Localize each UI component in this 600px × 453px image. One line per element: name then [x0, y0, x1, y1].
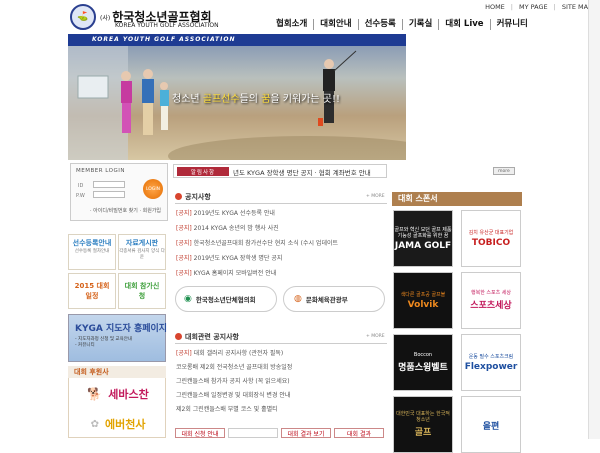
angel-icon: ✿ [90, 418, 99, 430]
sponsor-heading: 대회 스폰서 [392, 192, 522, 206]
left-sponsor-heading: 대회 후원사 [68, 366, 166, 378]
nav-about[interactable]: 협회소개 [270, 19, 313, 30]
sponsor-name: Flexpower [464, 361, 518, 372]
utility-nav: HOME | MY PAGE | SITE MAP [485, 3, 592, 11]
logo-icon: ⛳ [77, 12, 89, 22]
login-title: MEMBER LOGIN [76, 168, 125, 174]
event-notice-list: [공지] 대회 갤러리 공지사항 (관전자 필독) 코오롱배 제2회 전국청소년… [176, 348, 388, 418]
nav-tournaments[interactable]: 대회안내 [313, 19, 357, 30]
event-item[interactable]: 코오롱배 제2회 전국청소년 골프대회 방송일정 [176, 362, 388, 376]
event-item[interactable]: 그린캔들스배 참가자 공지 사항 (꼭 읽으세요) [176, 376, 388, 390]
nav-player-registration[interactable]: 선수등록 [357, 19, 402, 30]
sponsor-name: 명품스윙벨트 [398, 363, 448, 373]
event-item[interactable]: 그린캔들스배 일정변경 및 대회장식 변경 안내 [176, 390, 388, 404]
youth-council-icon: ◉ [184, 294, 192, 304]
sponsor-0[interactable]: 골프와 혁신 모던 골프 제품 기능성 골프화를 위한 꿈 JAMA GOLF [393, 210, 453, 267]
sponsor-6[interactable]: 대한민국 대표하는 한국적 청소년골프 [393, 396, 453, 453]
notice-item[interactable]: [공지] 2019년도 KYGA 선수등록 안내 [176, 208, 388, 223]
notice-list: [공지] 2019년도 KYGA 선수등록 안내 [공지] 2014 KYGA … [176, 208, 388, 283]
sponsor-3[interactable]: 행복한 스포츠 세상스포츠세상 [461, 272, 521, 329]
sponsor-1[interactable]: 김치 유산균 대표기업 TOBICO [461, 210, 521, 267]
event-notice-title: 대회관련 공지사항 [185, 333, 239, 341]
event-item[interactable]: 제2회 그린캔들스배 부별 코스 및 홀별티 [176, 404, 388, 418]
notice-item[interactable]: [공지] KYGA 홈페이지 모바일버전 안내 [176, 268, 388, 283]
sponsor-name: JAMA GOLF [394, 240, 452, 251]
ministry-icon: ◍ [294, 294, 302, 304]
sponsor-5[interactable]: 운동 필수 스포츠크림 Flexpower [461, 334, 521, 391]
sponsor-tagline: Boccon [413, 352, 433, 358]
news-ticker[interactable]: 알림사항 년도 KYGA 장학생 명단 공지 · 협회 계좌번호 안내 [173, 164, 387, 178]
coach-homepage-banner[interactable]: KYGA 지도자 홍페이지 - 지도자과정 신청 및 교육안내 - 커뮤니티 [68, 314, 167, 362]
tile-player-registration[interactable]: 선수등록안내 선수등록 절차안내 [68, 234, 116, 270]
event-more-link[interactable]: + MORE [366, 334, 385, 339]
sponsor-name: 골프 [414, 428, 432, 438]
tab-entry-guide[interactable]: 대회 신청 안내 [175, 428, 225, 438]
sponsor-tagline: 운동 필수 스포츠크림 [468, 353, 514, 360]
tab-results[interactable]: 대회 결과 보기 [281, 428, 331, 438]
sponsor-tagline: 색다른 골프공 골프볼 [400, 291, 446, 298]
banner-tagline: 청소년 골프선수들의 꿈을 키워가는 곳!! [172, 94, 340, 105]
nav-community[interactable]: 커뮤니티 [489, 19, 534, 30]
sponsor-name: 올편 [482, 422, 500, 432]
notice-item[interactable]: [공지] 2014 KYGA 송년의 밤 행사 사진 [176, 223, 388, 238]
password-label: P.W [76, 193, 85, 199]
tile-entry-application[interactable]: 대회 참가신청 [118, 273, 166, 309]
account-links[interactable]: · 아이디/비밀번호 찾기 · 회원가입 [90, 207, 161, 214]
tab-blank[interactable] [228, 428, 278, 438]
site-subtitle: KOREA YOUTH GOLF ASSOCIATION [115, 22, 219, 29]
sponsor-7[interactable]: 올편 [461, 396, 521, 453]
id-input[interactable] [93, 181, 125, 188]
kyga-logo[interactable]: ⛳ [70, 4, 96, 30]
event-item[interactable]: [공지] 대회 갤러리 공지사항 (관전자 필독) [176, 348, 388, 362]
notice-item[interactable]: [공지] 2019년도 KYGA 장학생 명단 공지 [176, 253, 388, 268]
sponsor-tagline: 대한민국 대표하는 한국적 청소년 [396, 411, 450, 423]
nav-live[interactable]: 대회 Live [438, 19, 489, 30]
org-youth-council[interactable]: ◉ 한국청소년단체협의회 [175, 286, 277, 312]
tile-schedule[interactable]: 2015 대회일정 [68, 273, 116, 309]
notice-bullet-icon [175, 193, 182, 200]
sponsor-name: 스포츠세상 [470, 301, 512, 311]
banner-strip: KOREA YOUTH GOLF ASSOCIATION [68, 34, 406, 46]
home-link[interactable]: HOME [485, 3, 505, 11]
notice-more-link[interactable]: + MORE [366, 194, 385, 199]
notice-title: 공지사항 [185, 193, 211, 201]
sponsor-tagline: 행복한 스포츠 세상 [471, 290, 511, 296]
ticker-more-button[interactable]: more [493, 167, 515, 175]
ticker-badge: 알림사항 [177, 167, 229, 176]
password-input[interactable] [93, 191, 125, 198]
login-button[interactable]: LOGIN [143, 179, 163, 199]
org-ministry[interactable]: ◍ 문화체육관광부 [283, 286, 385, 312]
tab-results-2[interactable]: 대회 결과 [334, 428, 384, 438]
banner-right-blank [406, 34, 600, 160]
mypage-link[interactable]: MY PAGE [519, 3, 548, 11]
sponsor-name: Volvik [407, 299, 439, 310]
scrollbar[interactable] [588, 0, 600, 439]
event-bullet-icon [175, 333, 182, 340]
sponsor-tagline: 골프와 혁신 모던 골프 제품 기능성 골프화를 위한 꿈 [394, 226, 452, 239]
tile-resources[interactable]: 자료게시판 각종서류 검사지 양식 다운 [118, 234, 166, 270]
sponsor-grid: 골프와 혁신 모던 골프 제품 기능성 골프화를 위한 꿈 JAMA GOLF 김치… [393, 210, 523, 453]
divider [175, 343, 387, 344]
ticker-message: 년도 KYGA 장학생 명단 공지 · 협회 계좌번호 안내 [233, 169, 371, 177]
sponsor-name: TOBICO [471, 237, 511, 248]
nav-records[interactable]: 기록실 [401, 19, 438, 30]
sponsor-4[interactable]: Boccon 명품스윙벨트 [393, 334, 453, 391]
id-label: ID [78, 183, 84, 189]
sponsor-sebastian[interactable]: 🐕 세바스찬 [72, 382, 164, 406]
sponsor-2[interactable]: 색다른 골프공 골프볼 Volvik [393, 272, 453, 329]
sponsor-tagline: 김치 유산균 대표기업 [468, 229, 514, 236]
main-nav: 협회소개 대회안내 선수등록 기록실 대회 Live 커뮤니티 [270, 19, 534, 30]
org-prefix: (사) [100, 15, 111, 22]
dalmatian-icon: 🐕 [87, 387, 103, 401]
notice-item[interactable]: [공지] 한국청소년골프대회 참가선수단 현지 소식 (수시 업데이트 [176, 238, 388, 253]
divider [175, 203, 387, 204]
sponsor-ever-angel[interactable]: ✿ 에버천사 [72, 412, 164, 436]
